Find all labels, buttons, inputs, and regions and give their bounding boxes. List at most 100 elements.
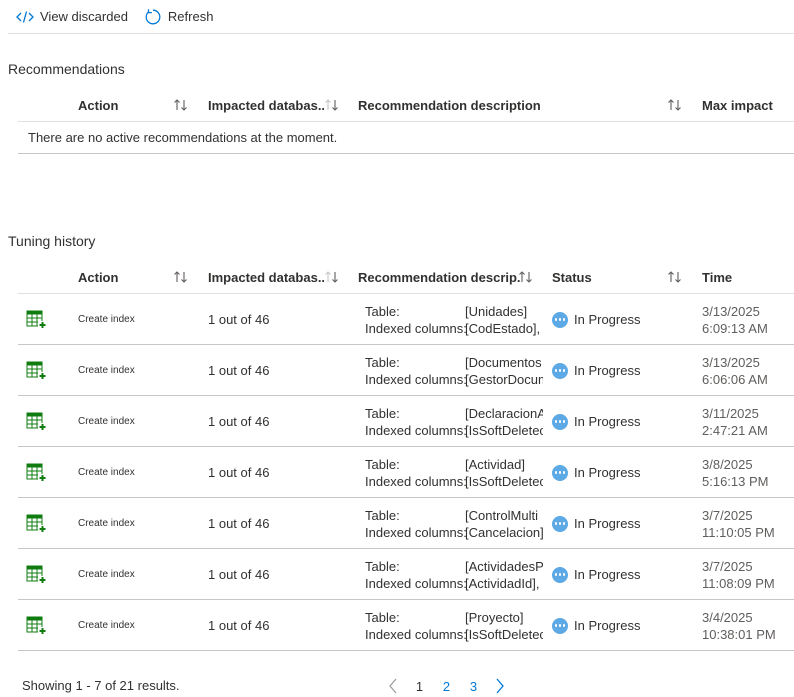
time-clock: 11:10:05 PM bbox=[702, 524, 775, 540]
page-1[interactable]: 1 bbox=[406, 679, 433, 694]
description-cell: Table: [Proyecto] Indexed columns: [IsSoftD… bbox=[365, 600, 543, 651]
table-label: Table: bbox=[365, 456, 400, 472]
create-index-icon bbox=[26, 447, 50, 498]
table-line: Table: [ActividadesP bbox=[365, 558, 543, 575]
time-cell: 3/4/2025 10:38:01 PM bbox=[702, 600, 776, 651]
columns-line: Indexed columns: [Cancelacion] bbox=[365, 524, 543, 541]
create-index-icon bbox=[26, 498, 50, 549]
sort-icon[interactable] bbox=[324, 270, 340, 284]
impacted-cell: 1 out of 46 bbox=[208, 363, 270, 378]
sort-icon[interactable] bbox=[324, 98, 340, 112]
table-label: Table: bbox=[365, 354, 400, 370]
time-date: 3/7/2025 bbox=[702, 507, 753, 523]
status-text: In Progress bbox=[574, 414, 641, 429]
description-cell: Table: [Actividad] Indexed columns: [IsSoft… bbox=[365, 447, 543, 498]
sort-icon[interactable] bbox=[173, 98, 189, 112]
recommendations-grid: Action Impacted databas... Recommendatio… bbox=[18, 88, 794, 154]
table-row[interactable]: Create index 1 out of 46 Table: [Documentos… bbox=[18, 345, 794, 396]
status-text: In Progress bbox=[574, 567, 641, 582]
empty-message: There are no active recommendations at t… bbox=[18, 122, 794, 154]
sort-icon[interactable] bbox=[667, 270, 683, 284]
refresh-button[interactable]: Refresh bbox=[136, 2, 222, 32]
time-date: 3/13/2025 bbox=[702, 354, 760, 370]
table-row[interactable]: Create index 1 out of 46 Table: [Proyecto] I… bbox=[18, 600, 794, 651]
col-header-action[interactable]: Action bbox=[78, 260, 118, 294]
action-cell: Create index bbox=[78, 467, 135, 478]
time-cell: 3/7/2025 11:10:05 PM bbox=[702, 498, 775, 549]
time-date: 3/7/2025 bbox=[702, 558, 753, 574]
table-line: Table: [DeclaracionA bbox=[365, 405, 543, 422]
columns-label: Indexed columns: bbox=[365, 626, 467, 642]
view-discarded-button[interactable]: View discarded bbox=[8, 2, 136, 32]
table-row[interactable]: Create index 1 out of 46 Table: [Actividade… bbox=[18, 549, 794, 600]
status-cell: In Progress bbox=[552, 498, 640, 549]
view-discarded-label: View discarded bbox=[40, 9, 128, 24]
create-index-icon bbox=[26, 294, 50, 345]
status-cell: In Progress bbox=[552, 396, 640, 447]
columns-label: Indexed columns: bbox=[365, 320, 467, 336]
columns-line: Indexed columns: [CodEstado], bbox=[365, 320, 543, 337]
description-cell: Table: [Documentos Indexed columns: [Gestor… bbox=[365, 345, 543, 396]
time-date: 3/13/2025 bbox=[702, 303, 760, 319]
time-clock: 10:38:01 PM bbox=[702, 626, 776, 642]
in-progress-icon bbox=[552, 566, 568, 583]
time-clock: 6:09:13 AM bbox=[702, 320, 768, 336]
in-progress-icon bbox=[552, 413, 568, 430]
time-clock: 11:08:09 PM bbox=[702, 575, 775, 591]
table-row[interactable]: Create index 1 out of 46 Table: [Declaracio… bbox=[18, 396, 794, 447]
description-cell: Table: [ActividadesP Indexed columns: [Acti… bbox=[365, 549, 543, 600]
time-clock: 5:16:13 PM bbox=[702, 473, 769, 489]
table-line: Table: [ControlMulti bbox=[365, 507, 543, 524]
time-cell: 3/7/2025 11:08:09 PM bbox=[702, 549, 775, 600]
status-text: In Progress bbox=[574, 312, 641, 327]
next-page-icon[interactable] bbox=[487, 676, 513, 696]
previous-page-icon[interactable] bbox=[380, 676, 406, 696]
in-progress-icon bbox=[552, 362, 568, 379]
page-2[interactable]: 2 bbox=[433, 679, 460, 694]
table-line: Table: [Actividad] bbox=[365, 456, 543, 473]
table-row[interactable]: Create index 1 out of 46 Table: [ControlMul… bbox=[18, 498, 794, 549]
col-header-impacted[interactable]: Impacted databas... bbox=[208, 88, 324, 122]
columns-label: Indexed columns: bbox=[365, 422, 467, 438]
recommendations-header-row: Action Impacted databas... Recommendatio… bbox=[18, 88, 794, 122]
table-row[interactable]: Create index 1 out of 46 Table: [Actividad]… bbox=[18, 447, 794, 498]
col-header-max-impact[interactable]: Max impact bbox=[702, 88, 773, 122]
col-header-action[interactable]: Action bbox=[78, 88, 118, 122]
in-progress-icon bbox=[552, 617, 568, 634]
tuning-history-grid: Action Impacted databas... Recommendatio… bbox=[18, 260, 794, 651]
columns-line: Indexed columns: [IsSoftDeletec bbox=[365, 422, 543, 439]
create-index-icon bbox=[26, 396, 50, 447]
action-cell: Create index bbox=[78, 569, 135, 580]
time-cell: 3/13/2025 6:06:06 AM bbox=[702, 345, 768, 396]
columns-line: Indexed columns: [IsSoftDeletec bbox=[365, 473, 543, 490]
table-value: [Actividad] bbox=[465, 456, 525, 472]
time-clock: 2:47:21 AM bbox=[702, 422, 768, 438]
columns-value: [ActividadId], bbox=[465, 575, 540, 591]
table-row[interactable]: Create index 1 out of 46 Table: [Unidades] I… bbox=[18, 294, 794, 345]
columns-line: Indexed columns: [IsSoftDeletec bbox=[365, 626, 543, 643]
columns-line: Indexed columns: [GestorDocum bbox=[365, 371, 543, 388]
impacted-cell: 1 out of 46 bbox=[208, 516, 270, 531]
tuning-history-title: Tuning history bbox=[8, 233, 96, 249]
in-progress-icon bbox=[552, 464, 568, 481]
sort-icon[interactable] bbox=[518, 270, 534, 284]
code-icon bbox=[16, 8, 34, 26]
col-header-status[interactable]: Status bbox=[552, 260, 592, 294]
sort-icon[interactable] bbox=[173, 270, 189, 284]
description-cell: Table: [ControlMulti Indexed columns: [Canc… bbox=[365, 498, 543, 549]
refresh-label: Refresh bbox=[167, 9, 214, 24]
status-cell: In Progress bbox=[552, 600, 640, 651]
col-header-description[interactable]: Recommendation description bbox=[358, 88, 541, 122]
table-value: [ControlMulti bbox=[465, 507, 538, 523]
impacted-cell: 1 out of 46 bbox=[208, 465, 270, 480]
sort-icon[interactable] bbox=[667, 98, 683, 112]
status-cell: In Progress bbox=[552, 294, 640, 345]
col-header-time[interactable]: Time bbox=[702, 260, 732, 294]
page-3[interactable]: 3 bbox=[460, 679, 487, 694]
create-index-icon bbox=[26, 600, 50, 651]
status-text: In Progress bbox=[574, 465, 641, 480]
status-cell: In Progress bbox=[552, 345, 640, 396]
pagination: 1 2 3 bbox=[380, 676, 513, 696]
col-header-impacted[interactable]: Impacted databas... bbox=[208, 260, 324, 294]
col-header-description[interactable]: Recommendation descrip... bbox=[358, 260, 520, 294]
